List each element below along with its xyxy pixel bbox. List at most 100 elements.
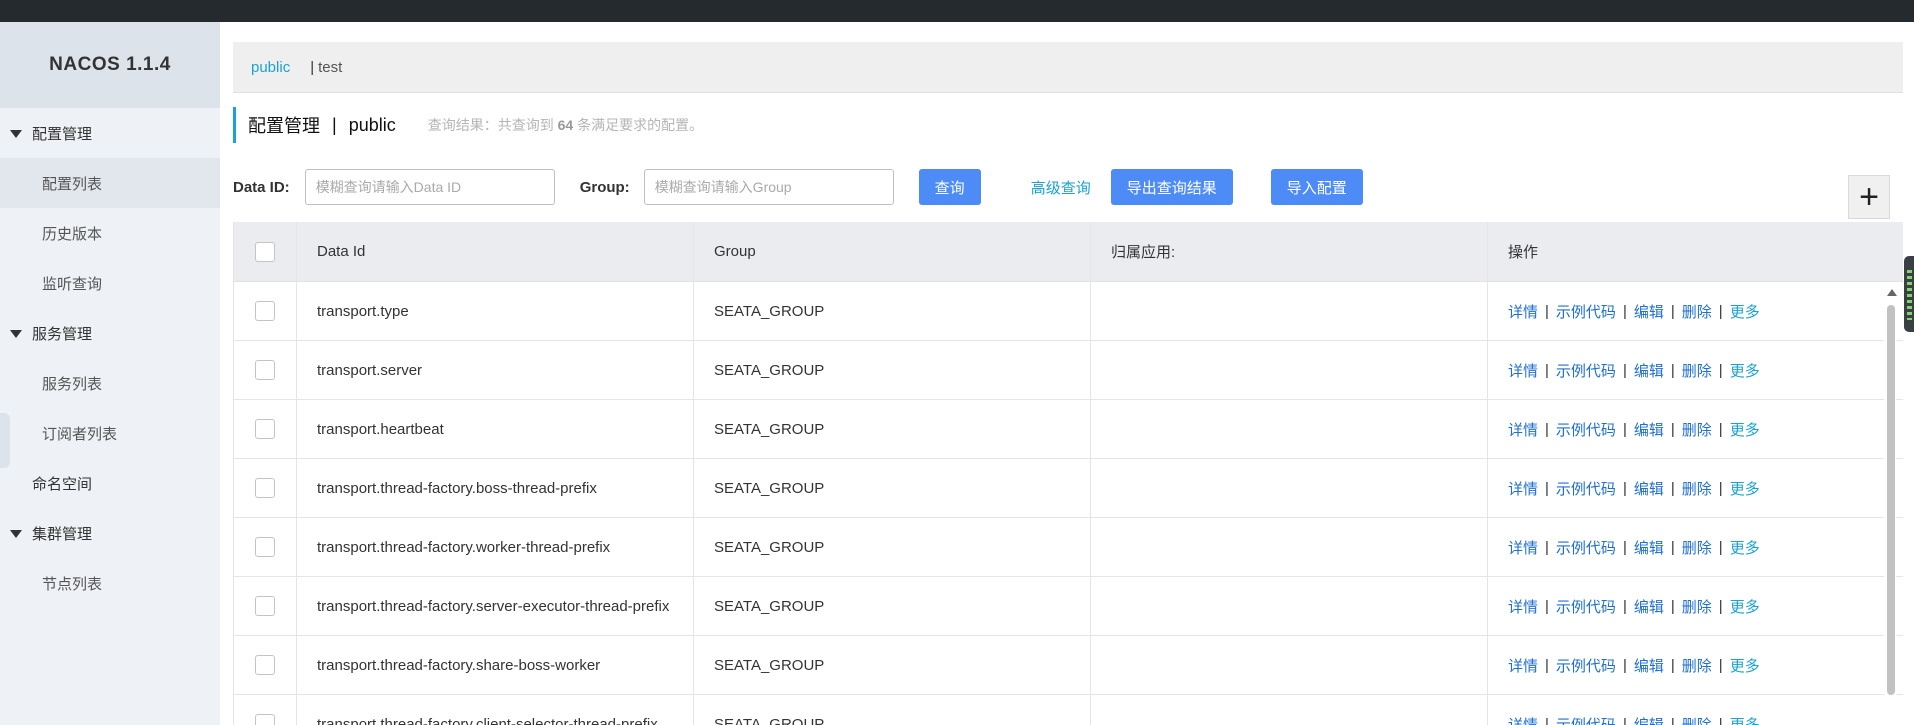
menu-group-config[interactable]: 配置管理	[0, 108, 220, 158]
cell-ops: 详情 | 示例代码 | 编辑 | 删除 | 更多	[1508, 360, 1760, 381]
page-title: 配置管理	[248, 116, 320, 136]
cell-ops: 详情 | 示例代码 | 编辑 | 删除 | 更多	[1508, 478, 1760, 499]
sidebar-collapse-handle[interactable]	[0, 413, 10, 468]
add-config-button[interactable]: +	[1848, 175, 1890, 219]
row-checkbox[interactable]	[255, 301, 275, 321]
sidebar-item-node-list[interactable]: 节点列表	[0, 558, 220, 608]
edit-link[interactable]: 编辑	[1634, 596, 1664, 617]
row-checkbox[interactable]	[255, 360, 275, 380]
scrollbar-thumb[interactable]	[1887, 305, 1895, 695]
advanced-query-link[interactable]: 高级查询	[1031, 177, 1091, 198]
group-input[interactable]	[643, 169, 894, 205]
delete-link[interactable]: 删除	[1682, 360, 1712, 381]
detail-link[interactable]: 详情	[1508, 596, 1538, 617]
namespace-public[interactable]: public	[251, 59, 290, 76]
more-link[interactable]: 更多	[1730, 537, 1760, 558]
delete-link[interactable]: 删除	[1682, 714, 1712, 725]
cell-app	[1091, 459, 1488, 517]
sample-code-link[interactable]: 示例代码	[1556, 360, 1616, 381]
row-checkbox[interactable]	[255, 419, 275, 439]
delete-link[interactable]: 删除	[1682, 301, 1712, 322]
row-checkbox[interactable]	[255, 596, 275, 616]
sample-code-link[interactable]: 示例代码	[1556, 419, 1616, 440]
edit-link[interactable]: 编辑	[1634, 360, 1664, 381]
cell-ops: 详情 | 示例代码 | 编辑 | 删除 | 更多	[1508, 537, 1760, 558]
scroll-up-arrow-icon[interactable]	[1887, 289, 1897, 296]
page-namespace: public	[348, 114, 396, 135]
cell-group: SEATA_GROUP	[694, 400, 1091, 458]
delete-link[interactable]: 删除	[1682, 478, 1712, 499]
detail-link[interactable]: 详情	[1508, 419, 1538, 440]
import-config-button[interactable]: 导入配置	[1270, 169, 1363, 205]
sidebar-item-listener-query[interactable]: 监听查询	[0, 258, 220, 308]
edit-link[interactable]: 编辑	[1634, 419, 1664, 440]
edit-link[interactable]: 编辑	[1634, 537, 1664, 558]
more-link[interactable]: 更多	[1730, 655, 1760, 676]
sample-code-link[interactable]: 示例代码	[1556, 714, 1616, 725]
cell-data-id: transport.server	[297, 341, 694, 399]
row-checkbox[interactable]	[255, 655, 275, 675]
sample-code-link[interactable]: 示例代码	[1556, 301, 1616, 322]
row-checkbox[interactable]	[255, 478, 275, 498]
data-id-input[interactable]	[304, 169, 555, 205]
header-group[interactable]: Group	[694, 222, 1091, 281]
sidebar-item-service-list[interactable]: 服务列表	[0, 358, 220, 408]
menu-group-service[interactable]: 服务管理	[0, 308, 220, 358]
sample-code-link[interactable]: 示例代码	[1556, 655, 1616, 676]
detail-link[interactable]: 详情	[1508, 537, 1538, 558]
cell-group: SEATA_GROUP	[694, 695, 1091, 725]
table-row: transport.server SEATA_GROUP 详情 | 示例代码 | 编辑 | 删除…	[234, 341, 1903, 400]
sidebar-item-history[interactable]: 历史版本	[0, 208, 220, 258]
table-body: transport.type SEATA_GROUP 详情 | 示例代码 | 编辑 | 删除 | 更…	[234, 282, 1903, 725]
more-link[interactable]: 更多	[1730, 301, 1760, 322]
sample-code-link[interactable]: 示例代码	[1556, 478, 1616, 499]
row-checkbox[interactable]	[255, 714, 275, 725]
edge-widget[interactable]	[1904, 256, 1914, 332]
menu-group-label: 服务管理	[32, 325, 93, 343]
delete-link[interactable]: 删除	[1682, 419, 1712, 440]
table-row: transport.heartbeat SEATA_GROUP 详情 | 示例代码 | 编辑…	[234, 400, 1903, 459]
cell-ops: 详情 | 示例代码 | 编辑 | 删除 | 更多	[1488, 695, 1888, 725]
cell-ops: 详情 | 示例代码 | 编辑 | 删除 | 更多	[1508, 596, 1760, 617]
more-link[interactable]: 更多	[1730, 478, 1760, 499]
detail-link[interactable]: 详情	[1508, 360, 1538, 381]
detail-link[interactable]: 详情	[1508, 714, 1538, 725]
more-link[interactable]: 更多	[1730, 360, 1760, 381]
detail-link[interactable]: 详情	[1508, 655, 1538, 676]
meter-icon	[1907, 270, 1912, 320]
detail-link[interactable]: 详情	[1508, 301, 1538, 322]
header-data-id[interactable]: Data Id	[297, 222, 694, 281]
caret-down-icon	[10, 330, 22, 338]
edit-link[interactable]: 编辑	[1634, 478, 1664, 499]
cell-app	[1091, 282, 1488, 340]
config-table: Data Id Group 归属应用: 操作 transport.type SEA…	[233, 222, 1903, 725]
cell-group: SEATA_GROUP	[694, 518, 1091, 576]
delete-link[interactable]: 删除	[1682, 537, 1712, 558]
namespace-bar: public | test	[233, 42, 1903, 93]
delete-link[interactable]: 删除	[1682, 655, 1712, 676]
row-checkbox[interactable]	[255, 537, 275, 557]
export-results-button[interactable]: 导出查询结果	[1110, 169, 1233, 205]
sample-code-link[interactable]: 示例代码	[1556, 596, 1616, 617]
select-all-checkbox[interactable]	[255, 241, 275, 262]
edit-link[interactable]: 编辑	[1634, 301, 1664, 322]
sidebar-item-namespace[interactable]: 命名空间	[0, 458, 220, 508]
menu-group-cluster[interactable]: 集群管理	[0, 508, 220, 558]
namespace-test[interactable]: test	[318, 59, 342, 76]
cell-data-id: transport.thread-factory.worker-thread-p…	[297, 518, 694, 576]
sample-code-link[interactable]: 示例代码	[1556, 537, 1616, 558]
table-row: transport.thread-factory.share-boss-work…	[234, 636, 1903, 695]
more-link[interactable]: 更多	[1730, 419, 1760, 440]
edit-link[interactable]: 编辑	[1634, 714, 1664, 725]
table-row: transport.type SEATA_GROUP 详情 | 示例代码 | 编辑 | 删除 | 更…	[234, 282, 1903, 341]
query-button[interactable]: 查询	[918, 169, 981, 205]
detail-link[interactable]: 详情	[1508, 478, 1538, 499]
delete-link[interactable]: 删除	[1682, 596, 1712, 617]
table-row: transport.thread-factory.worker-thread-p…	[234, 518, 1903, 577]
more-link[interactable]: 更多	[1730, 596, 1760, 617]
sidebar-item-subscriber-list[interactable]: 订阅者列表	[0, 408, 220, 458]
more-link[interactable]: 更多	[1730, 714, 1760, 725]
top-bar	[0, 0, 1914, 22]
edit-link[interactable]: 编辑	[1634, 655, 1664, 676]
sidebar-item-config-list[interactable]: 配置列表	[0, 158, 220, 208]
